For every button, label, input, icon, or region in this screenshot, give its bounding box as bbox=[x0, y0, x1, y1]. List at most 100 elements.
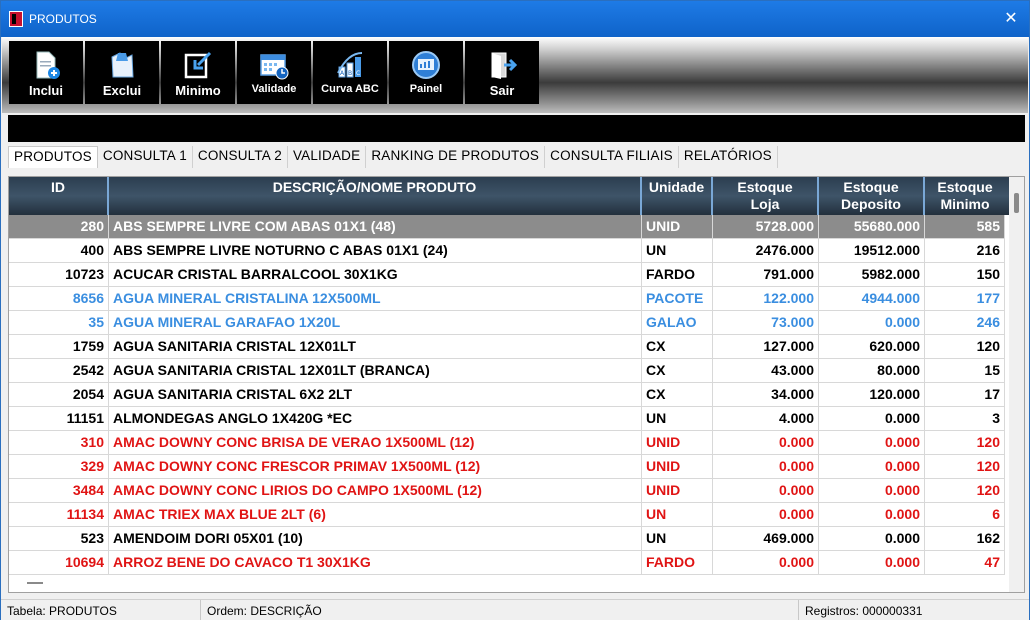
table-row[interactable]: 280 ABS SEMPRE LIVRE COM ABAS 01X1 (48) UN… bbox=[9, 215, 1005, 239]
abc-curve-icon: A B C bbox=[337, 52, 363, 78]
header-estoque-loja[interactable]: Estoque Loja bbox=[713, 177, 819, 215]
grid-header: ID DESCRIÇÃO/NOME PRODUTO Unidade Estoqu… bbox=[9, 177, 1024, 215]
cell-unit: GALAO bbox=[642, 311, 713, 334]
horizontal-scroll-indicator[interactable] bbox=[27, 582, 43, 584]
cell-loja: 791.000 bbox=[713, 263, 819, 286]
search-bar[interactable] bbox=[8, 115, 1025, 142]
table-row[interactable]: 2054 AGUA SANITARIA CRISTAL 6X2 2LT CX 34.0… bbox=[9, 383, 1005, 407]
cell-min: 17 bbox=[925, 383, 1005, 406]
cell-loja: 2476.000 bbox=[713, 239, 819, 262]
cell-id: 3484 bbox=[9, 479, 109, 502]
cell-unit: PACOTE bbox=[642, 287, 713, 310]
table-row[interactable]: 1759 AGUA SANITARIA CRISTAL 12X01LT CX 127.… bbox=[9, 335, 1005, 359]
cell-desc: AMENDOIM DORI 05X01 (10) bbox=[109, 527, 642, 550]
header-descricao[interactable]: DESCRIÇÃO/NOME PRODUTO bbox=[109, 177, 642, 215]
cell-unit: FARDO bbox=[642, 263, 713, 286]
cell-min: 585 bbox=[925, 215, 1005, 238]
tab-consulta-filiais[interactable]: CONSULTA FILIAIS bbox=[545, 146, 679, 168]
table-row[interactable]: 10694 ARROZ BENE DO CAVACO T1 30X1KG FARDO… bbox=[9, 551, 1005, 575]
tab-relatorios[interactable]: RELATÓRIOS bbox=[679, 146, 778, 168]
curva-abc-button[interactable]: A B C Curva ABC bbox=[313, 41, 387, 104]
inclui-button[interactable]: Inclui bbox=[9, 41, 83, 104]
calendar-clock-icon bbox=[260, 54, 289, 80]
cell-id: 10723 bbox=[9, 263, 109, 286]
cell-dep: 4944.000 bbox=[819, 287, 925, 310]
header-unidade[interactable]: Unidade bbox=[642, 177, 713, 215]
cell-unit: UNID bbox=[642, 431, 713, 454]
cell-dep: 0.000 bbox=[819, 503, 925, 526]
cell-loja: 73.000 bbox=[713, 311, 819, 334]
cell-id: 310 bbox=[9, 431, 109, 454]
svg-text:C: C bbox=[356, 70, 360, 77]
scrollbar-thumb[interactable] bbox=[1014, 193, 1019, 213]
table-row[interactable]: 523 AMENDOIM DORI 05X01 (10) UN 469.000 0.00… bbox=[9, 527, 1005, 551]
tab-consulta-2[interactable]: CONSULTA 2 bbox=[193, 146, 288, 168]
status-registros: Registros: 000000331 bbox=[805, 604, 923, 618]
cell-dep: 0.000 bbox=[819, 407, 925, 430]
validade-label: Validade bbox=[251, 83, 297, 95]
tab-validade[interactable]: VALIDADE bbox=[288, 146, 367, 168]
cell-id: 329 bbox=[9, 455, 109, 478]
minimo-label: Minimo bbox=[175, 83, 221, 98]
cell-loja: 34.000 bbox=[713, 383, 819, 406]
cell-min: 150 bbox=[925, 263, 1005, 286]
vertical-scrollbar[interactable] bbox=[1009, 177, 1024, 592]
table-row[interactable]: 10723 ACUCAR CRISTAL BARRALCOOL 30X1KG FAR… bbox=[9, 263, 1005, 287]
cell-desc: ABS SEMPRE LIVRE NOTURNO C ABAS 01X1 (24… bbox=[109, 239, 642, 262]
table-row[interactable]: 11134 AMAC TRIEX MAX BLUE 2LT (6) UN 0.000 0… bbox=[9, 503, 1005, 527]
cell-unit: FARDO bbox=[642, 551, 713, 574]
cell-loja: 122.000 bbox=[713, 287, 819, 310]
table-row[interactable]: 310 AMAC DOWNY CONC BRISA DE VERAO 1X500M… bbox=[9, 431, 1005, 455]
status-bar: Tabela: PRODUTOS Ordem: DESCRIÇÃO Regist… bbox=[1, 599, 1029, 620]
painel-button[interactable]: Painel bbox=[389, 41, 463, 104]
cell-id: 10694 bbox=[9, 551, 109, 574]
minimo-button[interactable]: Minimo bbox=[161, 41, 235, 104]
header-estoque-deposito[interactable]: Estoque Deposito bbox=[819, 177, 925, 215]
exclui-label: Exclui bbox=[102, 83, 142, 98]
painel-label: Painel bbox=[409, 83, 443, 95]
add-document-icon bbox=[36, 51, 60, 79]
exclui-button[interactable]: Exclui bbox=[85, 41, 159, 104]
tab-ranking-de-produtos[interactable]: RANKING DE PRODUTOS bbox=[366, 146, 546, 168]
table-row[interactable]: 400 ABS SEMPRE LIVRE NOTURNO C ABAS 01X1 … bbox=[9, 239, 1005, 263]
header-id[interactable]: ID bbox=[9, 177, 109, 215]
sair-button[interactable]: Sair bbox=[465, 41, 539, 104]
status-ordem: Ordem: DESCRIÇÃO bbox=[201, 600, 799, 620]
cell-unit: UNID bbox=[642, 479, 713, 502]
cell-dep: 0.000 bbox=[819, 479, 925, 502]
cell-dep: 55680.000 bbox=[819, 215, 925, 238]
cell-desc: AGUA SANITARIA CRISTAL 12X01LT (BRANCA) bbox=[109, 359, 642, 382]
status-tabela: Tabela: PRODUTOS bbox=[1, 600, 201, 620]
table-row[interactable]: 8656 AGUA MINERAL CRISTALINA 12X500ML PACO… bbox=[9, 287, 1005, 311]
table-row[interactable]: 2542 AGUA SANITARIA CRISTAL 12X01LT (BRAN… bbox=[9, 359, 1005, 383]
cell-desc: AGUA SANITARIA CRISTAL 6X2 2LT bbox=[109, 383, 642, 406]
cell-id: 400 bbox=[9, 239, 109, 262]
cell-loja: 0.000 bbox=[713, 479, 819, 502]
close-button[interactable]: ✕ bbox=[1001, 9, 1021, 29]
cell-min: 120 bbox=[925, 431, 1005, 454]
table-row[interactable]: 11151 ALMONDEGAS ANGLO 1X420G *EC UN 4.000 0… bbox=[9, 407, 1005, 431]
app-icon bbox=[9, 11, 23, 27]
cell-id: 35 bbox=[9, 311, 109, 334]
exit-door-icon bbox=[491, 52, 518, 79]
cell-dep: 620.000 bbox=[819, 335, 925, 358]
produtos-window: PRODUTOS ✕ Inclui Exclui Minimo Validade… bbox=[0, 0, 1030, 620]
panel-icon bbox=[412, 51, 440, 79]
table-row[interactable]: 35 AGUA MINERAL GARAFAO 1X20L GALAO 73.000 0… bbox=[9, 311, 1005, 335]
cell-loja: 0.000 bbox=[713, 503, 819, 526]
cell-unit: CX bbox=[642, 383, 713, 406]
header-estoque-minimo[interactable]: Estoque Minimo bbox=[925, 177, 1005, 215]
cell-min: 177 bbox=[925, 287, 1005, 310]
cell-min: 6 bbox=[925, 503, 1005, 526]
tab-produtos[interactable]: PRODUTOS bbox=[8, 146, 98, 168]
table-row[interactable]: 3484 AMAC DOWNY CONC LIRIOS DO CAMPO 1X50… bbox=[9, 479, 1005, 503]
title-bar[interactable]: PRODUTOS ✕ bbox=[1, 1, 1029, 37]
cell-id: 1759 bbox=[9, 335, 109, 358]
tab-consulta-1[interactable]: CONSULTA 1 bbox=[98, 146, 193, 168]
cell-dep: 0.000 bbox=[819, 455, 925, 478]
cell-dep: 5982.000 bbox=[819, 263, 925, 286]
table-row[interactable]: 329 AMAC DOWNY CONC FRESCOR PRIMAV 1X500M… bbox=[9, 455, 1005, 479]
validade-button[interactable]: Validade bbox=[237, 41, 311, 104]
cell-dep: 0.000 bbox=[819, 431, 925, 454]
cell-loja: 0.000 bbox=[713, 431, 819, 454]
